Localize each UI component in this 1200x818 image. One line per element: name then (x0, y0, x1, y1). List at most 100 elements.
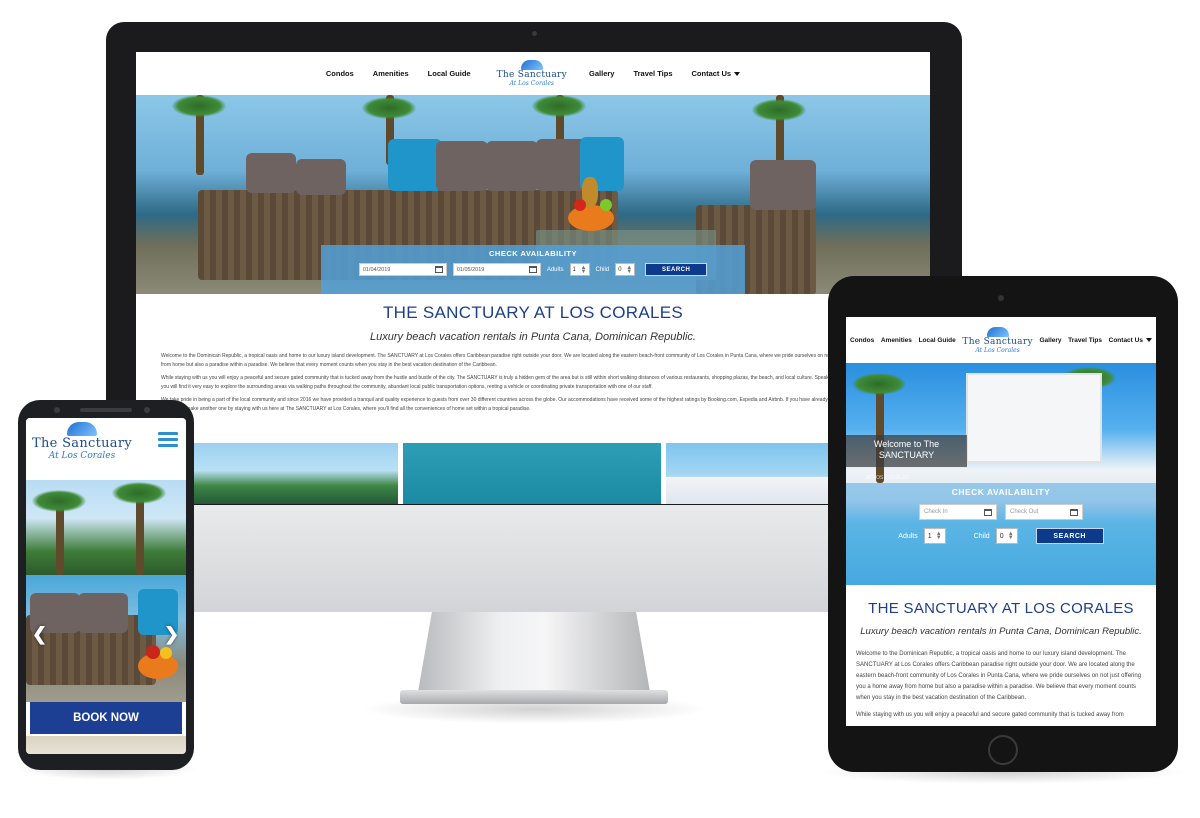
desktop-logo[interactable]: The Sanctuary At Los Corales (497, 60, 567, 87)
check-in-value: 01/04/2019 (362, 266, 391, 273)
child-label: Child (973, 532, 990, 540)
phone-speaker (80, 408, 132, 412)
sofa-cushion (486, 141, 538, 191)
calendar-icon (434, 266, 443, 273)
nav-travel-tips[interactable]: Travel Tips (633, 69, 672, 78)
welcome-caption: AT LOS CORALES (866, 475, 909, 481)
adults-stepper[interactable]: 1 ▲ ▼ (569, 263, 590, 276)
phone-sensor (54, 407, 60, 413)
nav-travel-tips[interactable]: Travel Tips (1068, 337, 1102, 344)
nav-local-guide[interactable]: Local Guide (428, 69, 471, 78)
calendar-icon (984, 508, 992, 516)
phone-footer-strip (26, 736, 186, 754)
child-stepper[interactable]: 0 ▲ ▼ (615, 263, 636, 276)
check-in-field[interactable]: 01/04/2019 (358, 263, 447, 276)
stepper-arrows-icon: ▲ ▼ (1007, 531, 1014, 541)
calendar-icon (1070, 508, 1078, 516)
nav-contact-us-label: Contact Us (1108, 336, 1143, 344)
check-in-field[interactable]: Check In (919, 504, 997, 520)
book-now-button[interactable]: BOOK NOW (30, 702, 182, 734)
caret-down-icon (734, 72, 741, 77)
tablet-home-button[interactable] (988, 735, 1018, 765)
adults-label: Adults (898, 532, 918, 540)
nav-contact-us[interactable]: Contact Us (692, 69, 741, 78)
nav-local-guide[interactable]: Local Guide (919, 337, 956, 344)
check-out-field[interactable]: 01/05/2019 (452, 263, 541, 276)
adults-stepper[interactable]: 1 ▲ ▼ (923, 528, 946, 544)
check-in-placeholder: Check In (924, 509, 948, 515)
adults-value: 1 (927, 532, 932, 540)
page-title: THE SANCTUARY AT LOS CORALES (868, 600, 1134, 617)
welcome-line-1: Welcome to The (873, 439, 940, 449)
phone-palm-image (26, 480, 186, 575)
intro-paragraph: Welcome to the Dominican Republic, a tro… (856, 651, 1142, 701)
child-stepper[interactable]: 0 ▲ ▼ (995, 528, 1018, 544)
availability-title: CHECK AVAILABILITY (951, 487, 1051, 497)
intro-paragraph: While staying with us you will enjoy a p… (161, 375, 903, 390)
search-button[interactable]: SEARCH (645, 263, 708, 276)
intro-text: Welcome to the Dominican Republic, a tro… (856, 649, 1146, 726)
sofa-cushion (296, 159, 346, 195)
tablet-nav: Condos Amenities Local Guide The Sanctua… (846, 317, 1156, 363)
tablet-logo[interactable]: The Sanctuary At Los Corales (962, 326, 1033, 354)
sofa-cushion (436, 141, 488, 191)
chair-cushion (750, 160, 816, 210)
tablet-screen: Condos Amenities Local Guide The Sanctua… (846, 317, 1156, 726)
page-tagline: Luxury beach vacation rentals in Punta C… (370, 331, 696, 343)
intro-paragraph: Welcome to the Dominican Republic, a tro… (161, 353, 900, 368)
caret-down-icon (1145, 337, 1152, 342)
check-out-placeholder: Check Out (1010, 509, 1039, 515)
palm-trunk (876, 383, 884, 483)
palm-leaves (852, 373, 906, 395)
hamburger-menu-icon[interactable] (158, 432, 178, 447)
stepper-arrows-icon: ▲ ▼ (626, 264, 633, 275)
stepper-arrows-icon: ▲ ▼ (935, 531, 942, 541)
page-title: THE SANCTUARY AT LOS CORALES (382, 303, 683, 322)
gallery-image-sea[interactable] (403, 443, 661, 504)
child-label: Child (595, 266, 610, 273)
nav-contact-us[interactable]: Contact Us (1109, 337, 1152, 344)
logo-sub: At Los Corales (48, 451, 116, 461)
sofa-cushion (388, 139, 442, 191)
nav-condos[interactable]: Condos (850, 337, 874, 344)
palm-leaves (172, 95, 226, 117)
desktop-screen: Condos Amenities Local Guide The Sanctua… (136, 52, 930, 504)
chevron-left-icon[interactable]: ❮ (32, 624, 47, 645)
nav-amenities[interactable]: Amenities (373, 69, 409, 78)
nav-amenities[interactable]: Amenities (881, 337, 912, 344)
check-out-field[interactable]: Check Out (1005, 504, 1083, 520)
logo-name: The Sanctuary (962, 336, 1033, 347)
phone-header: The Sanctuary At Los Corales (26, 418, 186, 480)
tablet-availability-panel: CHECK AVAILABILITY Check In Check Out Ad… (846, 483, 1156, 585)
phone-camera (144, 407, 150, 413)
logo-name: The Sanctuary (496, 70, 568, 80)
check-out-value: 01/05/2019 (456, 266, 485, 273)
child-value: 0 (618, 266, 622, 273)
device-mockup-stage: Condos Amenities Local Guide The Sanctua… (0, 0, 1200, 818)
sofa-cushion (246, 153, 296, 193)
apple (146, 645, 160, 659)
nav-gallery[interactable]: Gallery (589, 69, 614, 78)
nav-condos[interactable]: Condos (326, 69, 354, 78)
intro-paragraph: While staying with us you will enjoy a p… (856, 712, 1124, 718)
calendar-icon (528, 266, 537, 273)
stepper-arrows-icon: ▲ ▼ (580, 264, 587, 275)
adults-value: 1 (572, 266, 576, 273)
sofa-cushion (78, 593, 128, 633)
wave-logo-icon (986, 326, 1009, 337)
nav-contact-us-label: Contact Us (691, 69, 732, 78)
imac-camera (532, 31, 537, 36)
chevron-right-icon[interactable]: ❯ (164, 624, 179, 645)
lime (600, 199, 612, 211)
nav-gallery[interactable]: Gallery (1039, 337, 1061, 344)
imac-base (400, 690, 668, 704)
imac-stand (418, 612, 650, 692)
child-value: 0 (999, 532, 1004, 540)
lemon (160, 647, 172, 659)
desktop-nav: Condos Amenities Local Guide The Sanctua… (136, 52, 930, 95)
wave-logo-icon (520, 60, 543, 70)
search-button[interactable]: SEARCH (1035, 528, 1104, 544)
logo-sub: At Los Corales (509, 80, 554, 87)
phone-logo[interactable]: The Sanctuary At Los Corales (32, 422, 132, 461)
desktop-availability-panel: CHECK AVAILABILITY 01/04/2019 01/05/2019… (321, 245, 745, 294)
